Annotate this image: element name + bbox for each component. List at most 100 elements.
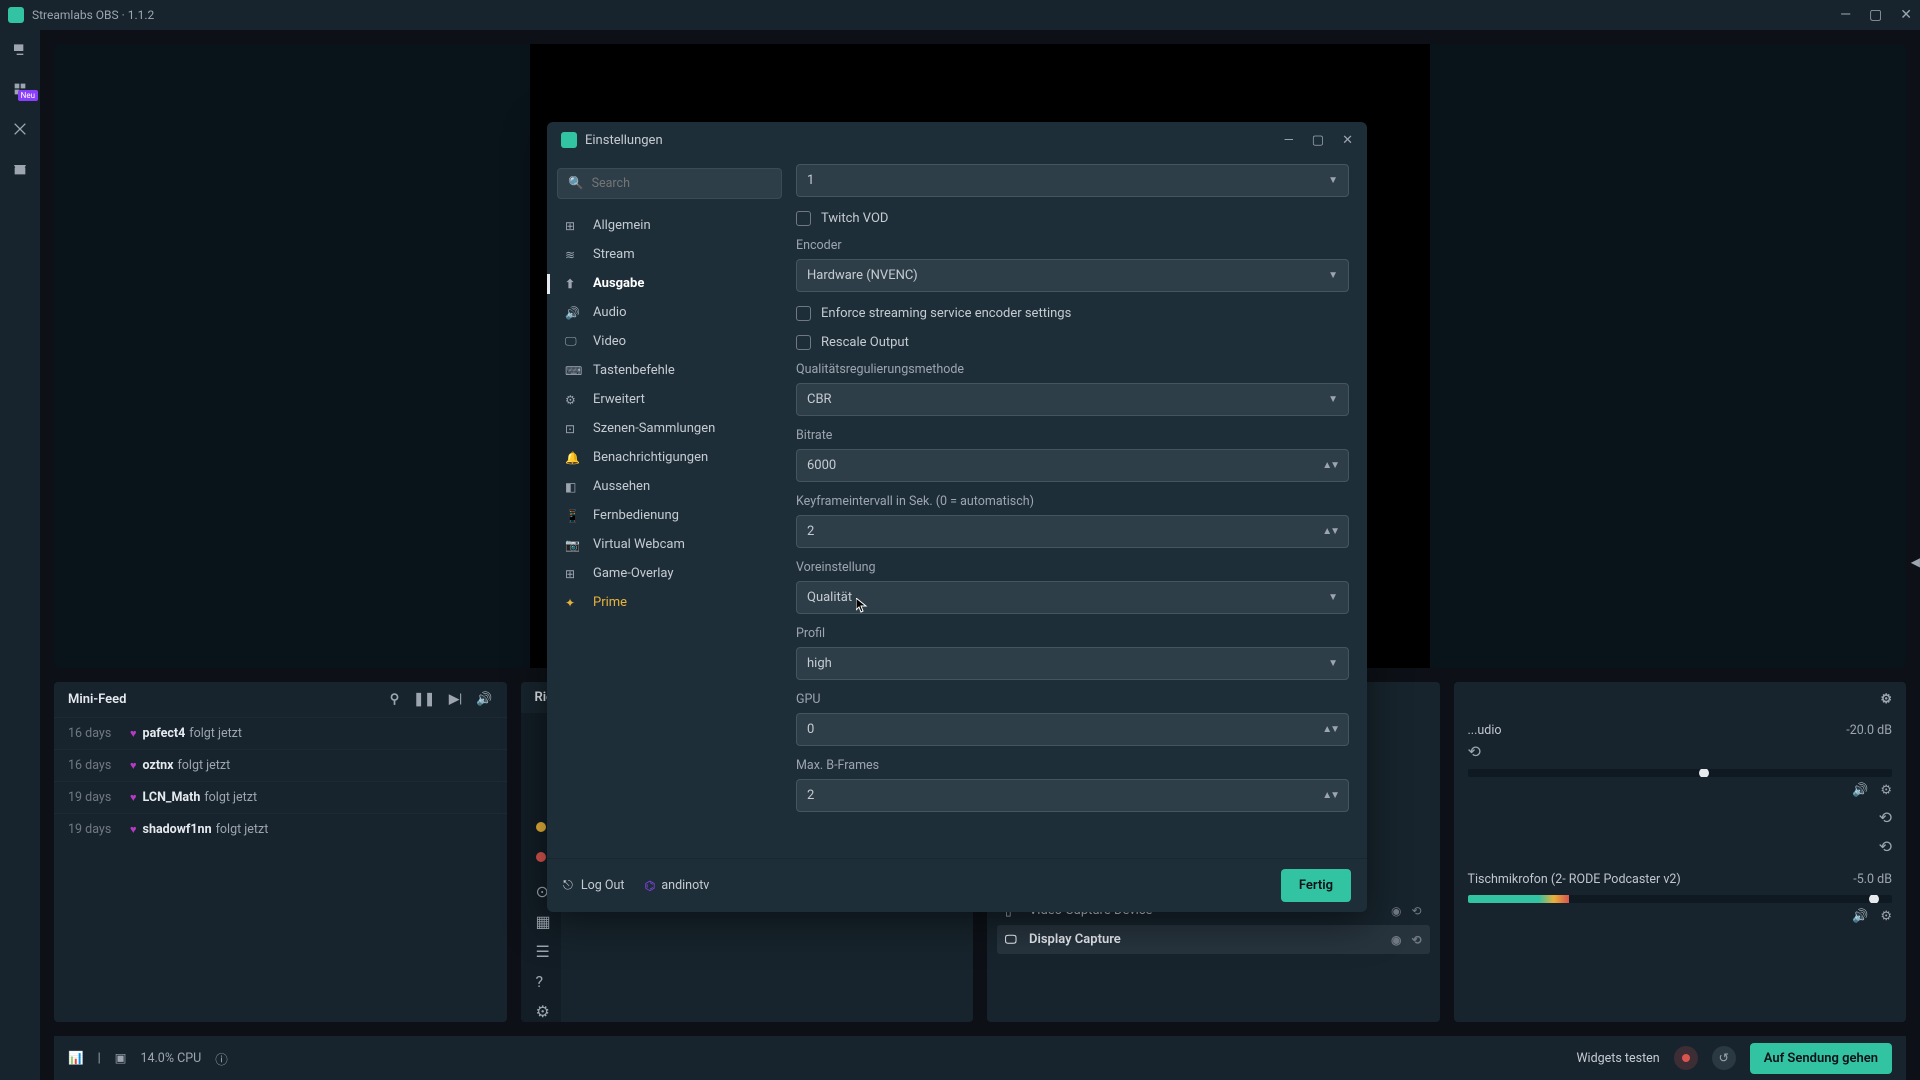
rescale-output-checkbox[interactable]: Rescale Output bbox=[796, 335, 1349, 350]
modal-minimize-button[interactable]: — bbox=[1284, 133, 1294, 148]
user-account[interactable]: ⌬andinotv bbox=[644, 878, 709, 894]
feed-item[interactable]: 19 days♥LCN_Mathfolgt jetzt bbox=[54, 781, 507, 813]
nav-icon: ⌨ bbox=[565, 364, 583, 378]
gpu-input[interactable]: 0▲▼ bbox=[796, 713, 1349, 746]
scene-list-icon[interactable]: ☰ bbox=[536, 942, 546, 952]
window-maximize-button[interactable]: ▢ bbox=[1869, 7, 1882, 23]
go-live-button[interactable]: Auf Sendung gehen bbox=[1750, 1043, 1892, 1074]
bitrate-input[interactable]: 6000▲▼ bbox=[796, 449, 1349, 482]
mute-icon[interactable]: 🔊 bbox=[476, 692, 492, 707]
speaker-icon[interactable]: 🔊 bbox=[1852, 783, 1868, 798]
nav-item-allgemein[interactable]: ⊞Allgemein bbox=[557, 211, 782, 240]
mixer-settings-icon[interactable]: ⚙ bbox=[1880, 692, 1892, 707]
bottom-bar: 📊 | ▣ 14.0% CPU ⓘ Widgets testen ↺ Auf S… bbox=[54, 1036, 1906, 1080]
mixer-source-label: ...udio bbox=[1468, 723, 1502, 738]
rate-control-select[interactable]: CBR▼ bbox=[796, 383, 1349, 416]
minifeed-panel: Mini-Feed ⚲ ❚❚ ▶| 🔊 16 days♥pafect4folgt… bbox=[54, 682, 507, 1022]
nav-item-video[interactable]: 🖵Video bbox=[557, 327, 782, 356]
feed-item[interactable]: 16 days♥pafect4folgt jetzt bbox=[54, 717, 507, 749]
chevron-down-icon: ▼ bbox=[1328, 175, 1338, 186]
scene-settings-icon[interactable]: ⚙ bbox=[536, 1002, 546, 1012]
replay-buffer-button[interactable]: ↺ bbox=[1712, 1046, 1736, 1070]
app-title: Streamlabs OBS · 1.1.2 bbox=[32, 8, 154, 22]
crossed-tools-icon[interactable] bbox=[11, 120, 29, 138]
filter-icon[interactable]: ⚲ bbox=[390, 692, 400, 707]
nav-icon: ⊞ bbox=[565, 219, 583, 233]
nav-icon: ⊞ bbox=[565, 567, 583, 581]
reload-icon[interactable]: ⟲ bbox=[1468, 742, 1481, 761]
nav-item-prime[interactable]: ✦Prime bbox=[557, 588, 782, 617]
studio-mode-dot[interactable] bbox=[536, 822, 546, 832]
scene-dot[interactable] bbox=[536, 852, 546, 862]
modal-maximize-button[interactable]: ▢ bbox=[1312, 133, 1324, 148]
encoder-select[interactable]: Hardware (NVENC)▼ bbox=[796, 259, 1349, 292]
test-widgets-button[interactable]: Widgets testen bbox=[1576, 1051, 1659, 1066]
mixer-db: -20.0 dB bbox=[1846, 723, 1892, 738]
keyframe-input[interactable]: 2▲▼ bbox=[796, 515, 1349, 548]
feed-item[interactable]: 16 days♥oztnxfolgt jetzt bbox=[54, 749, 507, 781]
editor-icon[interactable] bbox=[11, 40, 29, 58]
nav-icon: 🔊 bbox=[565, 306, 583, 320]
modal-title: Einstellungen bbox=[585, 133, 663, 148]
expand-right-icon[interactable]: ◀ bbox=[1911, 555, 1920, 569]
modal-close-button[interactable]: ✕ bbox=[1342, 133, 1353, 148]
bframes-input[interactable]: 2▲▼ bbox=[796, 779, 1349, 812]
stats-icon[interactable]: 📊 bbox=[68, 1051, 84, 1066]
settings-search[interactable]: 🔍 bbox=[557, 168, 782, 199]
source-row[interactable]: 🖵 Display Capture ◉⟲ bbox=[997, 925, 1430, 954]
nav-item-szenen-sammlungen[interactable]: ⊡Szenen-Sammlungen bbox=[557, 414, 782, 443]
mixer-meter[interactable] bbox=[1468, 769, 1893, 777]
titlebar: Streamlabs OBS · 1.1.2 — ▢ ✕ bbox=[0, 0, 1920, 30]
window-minimize-button[interactable]: — bbox=[1840, 7, 1851, 23]
preset-label: Voreinstellung bbox=[796, 560, 1349, 575]
feed-item[interactable]: 19 days♥shadowf1nnfolgt jetzt bbox=[54, 813, 507, 845]
search-input[interactable] bbox=[592, 176, 771, 191]
logout-button[interactable]: ⎋Log Out bbox=[563, 878, 624, 893]
pause-icon[interactable]: ❚❚ bbox=[413, 692, 435, 707]
nav-item-benachrichtigungen[interactable]: 🔔Benachrichtigungen bbox=[557, 443, 782, 472]
scene-grid-icon[interactable]: ▦ bbox=[536, 912, 546, 922]
app-logo-icon bbox=[561, 132, 577, 148]
info-icon[interactable]: ⓘ bbox=[215, 1049, 228, 1068]
done-button[interactable]: Fertig bbox=[1281, 869, 1351, 902]
gpu-label: GPU bbox=[796, 692, 1349, 707]
nav-item-game-overlay[interactable]: ⊞Game-Overlay bbox=[557, 559, 782, 588]
nav-item-aussehen[interactable]: ◧Aussehen bbox=[557, 472, 782, 501]
audio-track-select[interactable]: 1▼ bbox=[796, 164, 1349, 197]
search-icon: 🔍 bbox=[568, 176, 584, 191]
scene-help-icon[interactable]: ? bbox=[536, 972, 546, 982]
lock-icon[interactable]: ⟲ bbox=[1411, 933, 1421, 947]
nav-item-ausgabe[interactable]: ⬆Ausgabe bbox=[557, 269, 782, 298]
speaker-icon[interactable]: 🔊 bbox=[1852, 909, 1868, 924]
nav-item-stream[interactable]: ≋Stream bbox=[557, 240, 782, 269]
store-icon[interactable] bbox=[11, 160, 29, 178]
nav-item-virtual webcam[interactable]: 📷Virtual Webcam bbox=[557, 530, 782, 559]
preset-select[interactable]: Qualität▼ bbox=[796, 581, 1349, 614]
nav-item-tastenbefehle[interactable]: ⌨Tastenbefehle bbox=[557, 356, 782, 385]
twitch-vod-checkbox[interactable]: Twitch VOD bbox=[796, 211, 1349, 226]
lock-icon[interactable]: ⟲ bbox=[1411, 904, 1421, 918]
nav-item-audio[interactable]: 🔊Audio bbox=[557, 298, 782, 327]
skip-icon[interactable]: ▶| bbox=[449, 692, 462, 707]
nav-item-fernbedienung[interactable]: 📱Fernbedienung bbox=[557, 501, 782, 530]
reload-icon[interactable]: ⟲ bbox=[1879, 808, 1892, 827]
gear-icon[interactable]: ⚙ bbox=[1880, 783, 1892, 798]
mixer-db: -5.0 dB bbox=[1853, 872, 1892, 887]
gear-icon[interactable]: ⚙ bbox=[1880, 909, 1892, 924]
nav-icon: 🔔 bbox=[565, 451, 583, 465]
cpu-usage: 14.0% CPU bbox=[140, 1051, 201, 1066]
app-logo-icon bbox=[8, 7, 24, 23]
enforce-encoder-checkbox[interactable]: Enforce streaming service encoder settin… bbox=[796, 306, 1349, 321]
visibility-icon[interactable]: ◉ bbox=[1391, 904, 1401, 918]
settings-modal: Einstellungen — ▢ ✕ 🔍 ⊞Allgemein≋Stream⬆… bbox=[547, 122, 1367, 912]
mixer-meter[interactable] bbox=[1468, 895, 1893, 903]
reload-icon[interactable]: ⟲ bbox=[1879, 837, 1892, 856]
scene-nav-icon[interactable]: ⊙ bbox=[536, 882, 546, 892]
profile-label: Profil bbox=[796, 626, 1349, 641]
prime-icon: ✦ bbox=[565, 596, 583, 610]
nav-item-erweitert[interactable]: ⚙Erweitert bbox=[557, 385, 782, 414]
record-button[interactable] bbox=[1674, 1046, 1698, 1070]
visibility-icon[interactable]: ◉ bbox=[1391, 933, 1401, 947]
profile-select[interactable]: high▼ bbox=[796, 647, 1349, 680]
window-close-button[interactable]: ✕ bbox=[1900, 7, 1912, 23]
